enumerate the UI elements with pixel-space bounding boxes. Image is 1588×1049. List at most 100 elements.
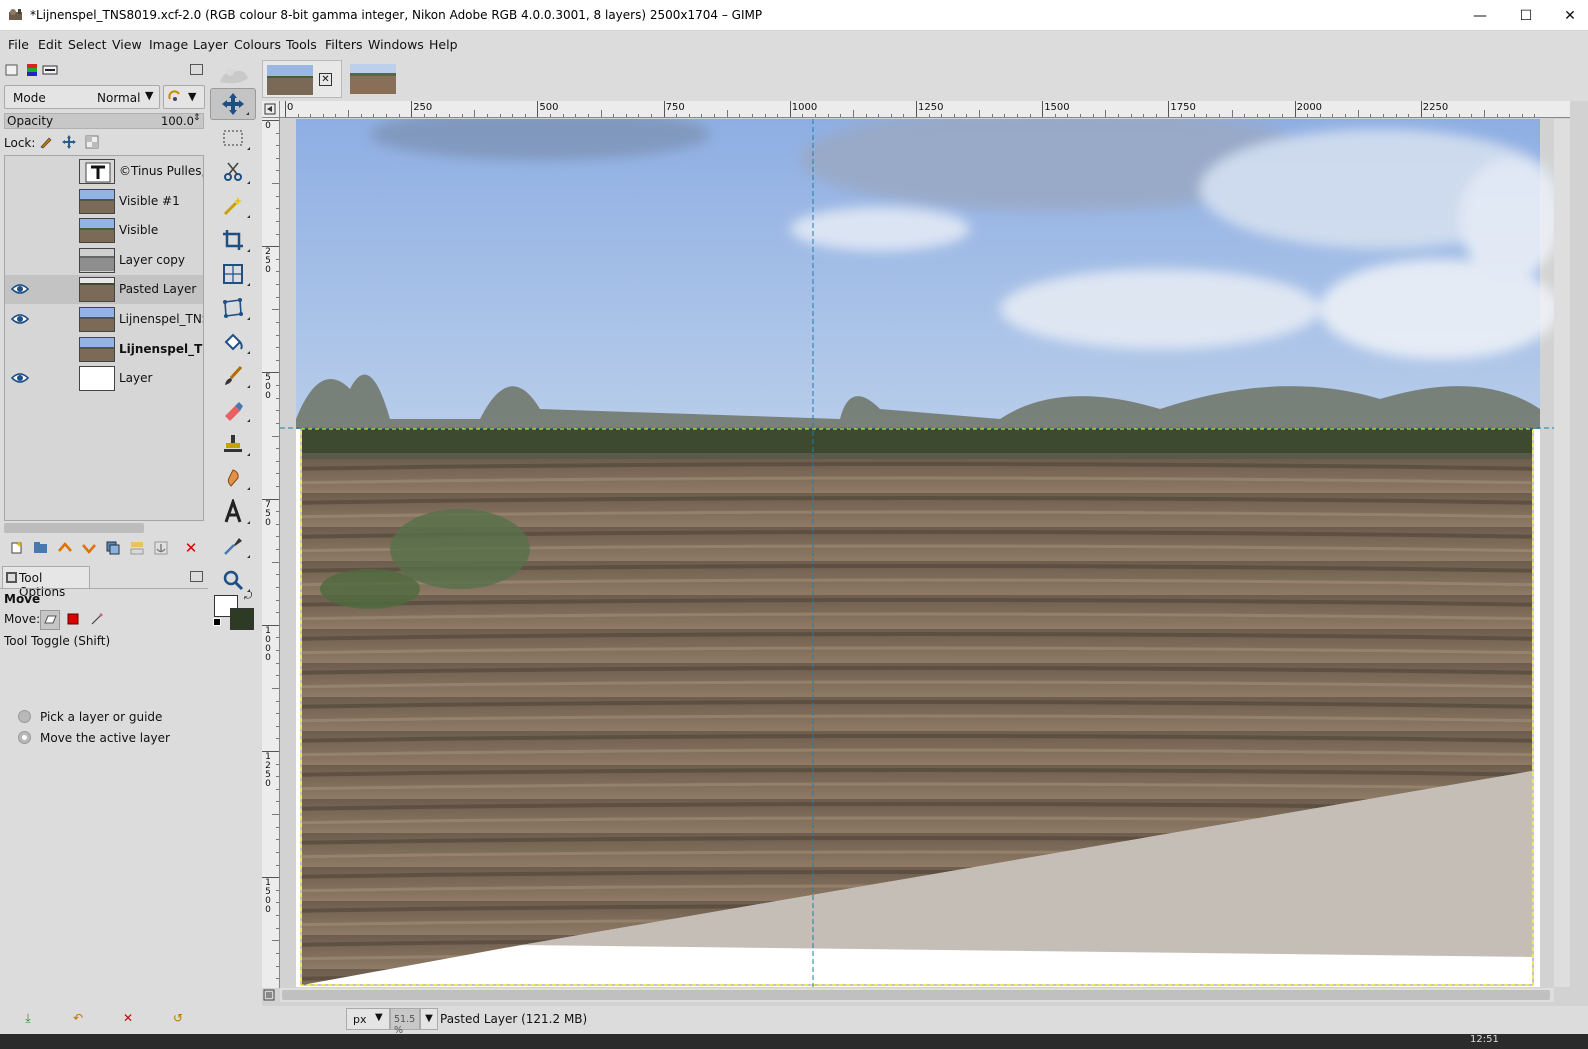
menu-windows[interactable]: Windows [368, 37, 424, 52]
ruler-minor-tick [852, 110, 854, 117]
layer-row[interactable]: Layer [5, 364, 203, 393]
lock-alpha-icon[interactable] [84, 134, 100, 150]
text-tool[interactable] [210, 496, 256, 528]
zoom-input[interactable]: 51.5 % [390, 1008, 420, 1036]
move-active-layer-option[interactable]: Move the active layer [18, 731, 170, 745]
new-layer-group-icon[interactable] [32, 539, 50, 557]
layer-row[interactable]: Lijnenspel_TNS8 [5, 305, 203, 334]
menu-tools[interactable]: Tools [286, 37, 317, 52]
layer-row[interactable]: Visible [5, 216, 203, 245]
ruler-label: 750 [665, 102, 685, 113]
menu-view[interactable]: View [112, 37, 142, 52]
unified-transform-tool[interactable] [210, 258, 256, 290]
default-colors-icon[interactable] [213, 618, 221, 626]
menu-colours[interactable]: Colours [234, 37, 281, 52]
eraser-tool[interactable] [210, 394, 256, 426]
navigate-icon[interactable] [262, 988, 280, 1002]
radio-button[interactable] [18, 710, 31, 723]
layer-row[interactable]: Lijnenspel_TN [5, 335, 203, 364]
eye-hidden-slot[interactable] [11, 194, 27, 208]
canvas[interactable] [280, 119, 1554, 987]
layer-row[interactable]: Pasted Layer [5, 275, 203, 305]
mode-dropdown[interactable]: Mode Normal ▼ [4, 85, 160, 109]
clone-tool[interactable] [210, 428, 256, 460]
maximize-button[interactable]: ☐ [1504, 0, 1548, 31]
menu-image[interactable]: Image [149, 37, 188, 52]
reset-options-icon[interactable]: ↺ [170, 1010, 186, 1026]
background-color-swatch[interactable] [230, 608, 254, 630]
fg-bg-colors[interactable]: ⤾ [212, 591, 256, 632]
eye-icon[interactable] [10, 371, 30, 385]
move-layer-mode-button[interactable] [40, 610, 60, 630]
raise-layer-icon[interactable] [56, 539, 74, 557]
lower-layer-icon[interactable] [80, 539, 98, 557]
horizontal-ruler[interactable]: 0 250 500 750 1000 1250 1500 1750 2000 2250 [280, 101, 1570, 118]
layers-horizontal-scrollbar[interactable] [4, 523, 144, 533]
vertical-scrollbar[interactable] [1554, 119, 1570, 987]
bucket-fill-tool[interactable] [210, 326, 256, 358]
tab-tool-options[interactable]: Tool Options [2, 566, 90, 599]
move-path-mode-button[interactable] [88, 610, 108, 630]
menu-edit[interactable]: Edit [38, 37, 62, 52]
swap-colors-icon[interactable]: ⤾ [244, 591, 252, 602]
bucket-icon [224, 333, 243, 351]
duplicate-layer-icon[interactable] [104, 539, 122, 557]
eye-icon[interactable] [10, 312, 30, 326]
menu-help[interactable]: Help [429, 37, 458, 52]
zoom-dropdown-button[interactable]: ▼ [420, 1008, 438, 1030]
image-canvas[interactable] [280, 119, 1554, 987]
minimize-button[interactable]: — [1458, 0, 1502, 31]
fuzzy-select-tool[interactable] [210, 190, 256, 222]
smudge-tool[interactable] [210, 462, 256, 494]
quick-mask-toggle[interactable] [262, 101, 280, 118]
pick-layer-option[interactable]: Pick a layer or guide [18, 710, 162, 724]
new-layer-icon[interactable] [8, 539, 26, 557]
close-tab-icon[interactable]: ✕ [319, 73, 332, 86]
color-picker-tool[interactable] [210, 530, 256, 562]
unit-dropdown[interactable]: px ▼ [346, 1008, 390, 1030]
layer-row[interactable]: ©Tinus Pulles, [5, 157, 203, 186]
warp-transform-tool[interactable] [210, 292, 256, 324]
horizontal-scrollbar[interactable] [280, 988, 1554, 1002]
move-tool[interactable] [210, 88, 256, 120]
image-tab[interactable] [346, 60, 400, 98]
lock-position-icon[interactable] [61, 134, 77, 150]
layers-tab-icon[interactable] [4, 62, 20, 78]
scissors-select-tool[interactable] [210, 156, 256, 188]
restore-options-icon[interactable]: ↶ [70, 1010, 86, 1026]
merge-layer-icon[interactable] [128, 539, 146, 557]
save-options-icon[interactable]: ⤓ [20, 1010, 36, 1026]
eye-icon[interactable] [10, 282, 30, 296]
ruler-minor-tick [486, 114, 488, 117]
channels-tab-icon[interactable] [24, 62, 40, 78]
paths-tab-icon[interactable] [42, 62, 58, 78]
delete-layer-icon[interactable]: ✕ [182, 539, 200, 557]
lock-pixels-icon[interactable] [38, 134, 54, 150]
move-selection-mode-button[interactable] [64, 610, 84, 630]
delete-options-icon[interactable]: ✕ [120, 1010, 136, 1026]
layer-row[interactable]: Visible #1 [5, 187, 203, 216]
layer-row[interactable]: Layer copy [5, 246, 203, 275]
opacity-slider[interactable]: Opacity 100.0 ⇕ [4, 113, 204, 129]
image-tab-active[interactable]: ✕ [262, 60, 342, 98]
dock-collapse-icon[interactable] [190, 64, 203, 75]
mode-switch-button[interactable]: ▼ [163, 85, 205, 109]
eye-hidden-slot[interactable] [11, 253, 27, 267]
close-button[interactable]: ✕ [1548, 0, 1588, 31]
eye-hidden-slot[interactable] [11, 223, 27, 237]
menu-file[interactable]: File [8, 37, 29, 52]
paintbrush-tool[interactable] [210, 360, 256, 392]
radio-button-selected[interactable] [18, 731, 31, 744]
scrollbar-thumb[interactable] [282, 990, 1550, 1000]
anchor-layer-icon[interactable] [152, 539, 170, 557]
vertical-ruler[interactable]: 0 2 5 0 5 0 0 7 5 0 1 0 0 0 1 2 5 0 1 5 0 0 [262, 118, 280, 988]
menu-filters[interactable]: Filters [325, 37, 362, 52]
spin-arrows-icon[interactable]: ⇕ [193, 113, 201, 123]
crop-tool[interactable] [210, 224, 256, 256]
eye-hidden-slot[interactable] [11, 342, 27, 356]
tool-options-collapse-icon[interactable] [190, 571, 203, 582]
menu-layer[interactable]: Layer [193, 37, 228, 52]
rect-select-tool[interactable] [210, 122, 256, 154]
menu-select[interactable]: Select [68, 37, 107, 52]
eye-hidden-slot[interactable] [11, 164, 27, 178]
